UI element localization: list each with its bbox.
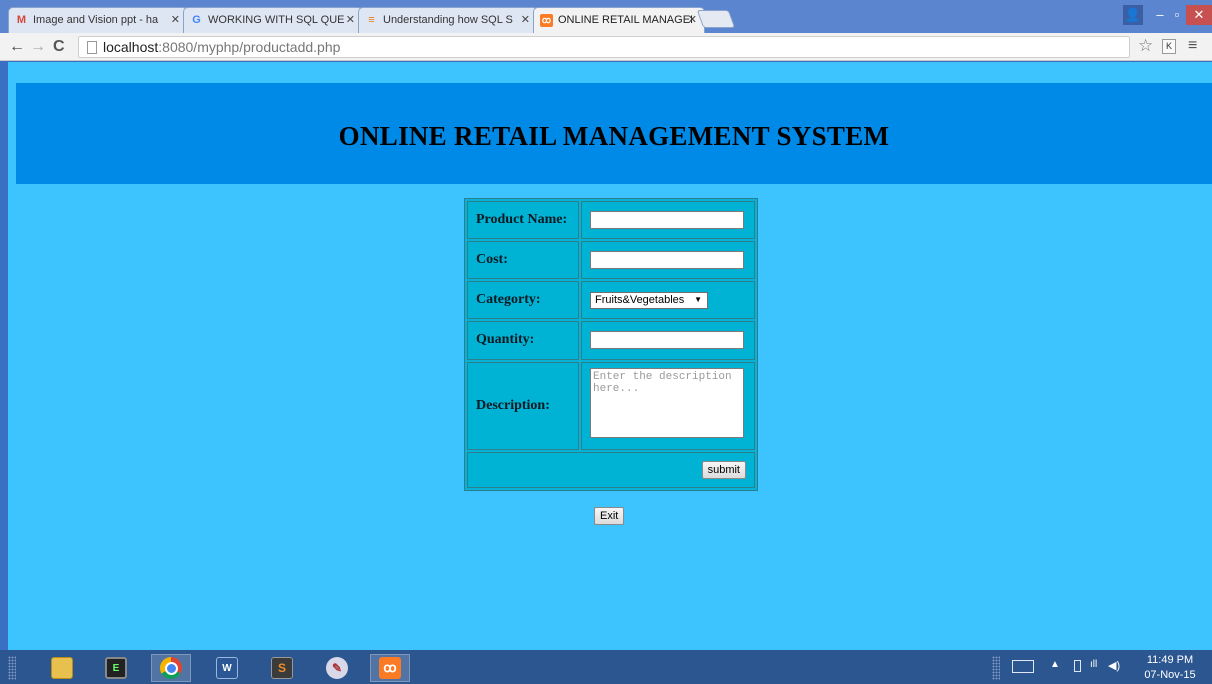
page-title: ONLINE RETAIL MANAGEMENT SYSTEM [338, 121, 890, 151]
category-label: Categorty: [467, 281, 579, 320]
stack-icon: ≡ [368, 14, 375, 26]
product-name-label: Product Name: [467, 201, 579, 240]
keyboard-icon[interactable] [1012, 660, 1034, 673]
close-tab-icon[interactable]: ✕ [171, 13, 180, 26]
minimize-icon[interactable]: – [1152, 5, 1168, 25]
volume-icon[interactable]: ◀) [1108, 659, 1120, 684]
browser-tab-understanding[interactable]: ≡ Understanding how SQL S ✕ [358, 7, 538, 33]
network-icon[interactable]: ıll [1090, 659, 1097, 684]
clock-date: 07-Nov-15 [1144, 669, 1196, 681]
file-explorer-icon [51, 657, 73, 679]
gmail-icon: M [16, 14, 27, 26]
word-icon: W [216, 657, 238, 679]
browser-toolbar: ← → C localhost:8080/myphp/productadd.ph… [0, 33, 1212, 61]
url-path: :8080/myphp/productadd.php [158, 39, 341, 55]
show-hidden-icons-icon[interactable]: ▲ [1050, 659, 1060, 684]
taskbar-sublime[interactable]: S [262, 654, 302, 682]
browser-tab-sql[interactable]: G WORKING WITH SQL QUE ✕ [183, 7, 363, 33]
forward-arrow-icon[interactable]: → [30, 37, 46, 57]
menu-icon[interactable]: ≡ [1188, 37, 1197, 55]
bookmark-star-icon[interactable]: ☆ [1138, 36, 1153, 56]
description-textarea[interactable] [590, 368, 744, 439]
maximize-icon[interactable]: ▫ [1168, 5, 1186, 25]
url-text[interactable]: localhost:8080/myphp/productadd.php [103, 39, 340, 55]
user-profile-icon[interactable]: 👤 [1123, 5, 1143, 25]
cost-input[interactable] [590, 250, 744, 269]
close-tab-icon[interactable]: ✕ [346, 13, 355, 26]
clock-time: 11:49 PM [1146, 654, 1194, 666]
back-arrow-icon[interactable]: ← [9, 37, 25, 57]
google-icon: G [192, 14, 201, 26]
xampp-icon: ꝏ [379, 657, 401, 679]
dropdown-arrow-icon: ▼ [694, 294, 702, 304]
chrome-icon [160, 657, 182, 679]
tab-title: WORKING WITH SQL QUE [208, 14, 345, 26]
tray-grip [992, 656, 1000, 680]
battery-icon[interactable] [1074, 660, 1081, 672]
page-icon [87, 41, 97, 54]
category-cell: Fruits&Vegetables ▼ [581, 281, 755, 320]
address-bar[interactable]: localhost:8080/myphp/productadd.php [78, 36, 1130, 58]
close-tab-icon[interactable]: ✕ [521, 13, 530, 26]
cost-cell [581, 241, 755, 280]
cost-label: Cost: [467, 241, 579, 280]
exit-button[interactable]: Exit [594, 507, 625, 525]
quantity-label: Quantity: [467, 321, 579, 360]
quantity-input[interactable] [590, 331, 744, 350]
quantity-cell [581, 321, 755, 360]
taskbar-paint[interactable]: ✎ [317, 654, 357, 682]
product-name-input[interactable] [590, 210, 744, 229]
tab-strip: M Image and Vision ppt - ha ✕ G WORKING … [0, 0, 1212, 33]
taskbar-word[interactable]: W [207, 654, 247, 682]
browser-tab-gmail[interactable]: M Image and Vision ppt - ha ✕ [8, 7, 188, 33]
browser-tab-retail[interactable]: ꝏ ONLINE RETAIL MANAGEI ✕ [533, 7, 705, 33]
submit-cell: submit [467, 451, 755, 488]
url-host: localhost [103, 39, 159, 55]
taskbar-grip[interactable] [8, 656, 16, 680]
paint-icon: ✎ [326, 657, 348, 679]
reload-icon[interactable]: C [53, 37, 65, 57]
taskbar-chrome[interactable] [151, 654, 191, 682]
tab-title: ONLINE RETAIL MANAGEI [558, 14, 694, 26]
tab-title: Understanding how SQL S [383, 14, 513, 26]
taskbar-file-explorer[interactable] [42, 654, 82, 682]
extension-icon[interactable]: K [1162, 39, 1176, 54]
close-tab-icon[interactable]: ✕ [688, 13, 697, 26]
taskbar-clock[interactable]: 11:49 PM 07-Nov-15 [1140, 653, 1200, 683]
product-name-cell [581, 201, 755, 240]
taskbar-terminal[interactable]: E [96, 654, 136, 682]
tab-title: Image and Vision ppt - ha [33, 14, 159, 26]
submit-button[interactable]: submit [701, 460, 746, 479]
header-banner: ONLINE RETAIL MANAGEMENT SYSTEM [16, 83, 1212, 184]
description-cell [581, 361, 755, 450]
description-label: Description: [467, 361, 579, 450]
new-tab-button[interactable] [696, 10, 736, 28]
sublime-icon: S [271, 657, 293, 679]
page-body: ONLINE RETAIL MANAGEMENT SYSTEM Product … [8, 62, 1212, 650]
terminal-icon: E [105, 657, 127, 679]
window-close-icon[interactable]: ✕ [1186, 5, 1212, 25]
xampp-icon: ꝏ [540, 14, 553, 27]
product-form-table: Product Name: Cost: Categorty: Fruits&Ve… [464, 198, 758, 491]
category-select[interactable]: Fruits&Vegetables ▼ [590, 291, 708, 309]
category-selected-value: Fruits&Vegetables [595, 293, 685, 306]
taskbar: E W S ✎ ꝏ ▲ ıll ◀) 11:49 PM 07-Nov-15 [0, 650, 1212, 684]
taskbar-xampp[interactable]: ꝏ [370, 654, 410, 682]
